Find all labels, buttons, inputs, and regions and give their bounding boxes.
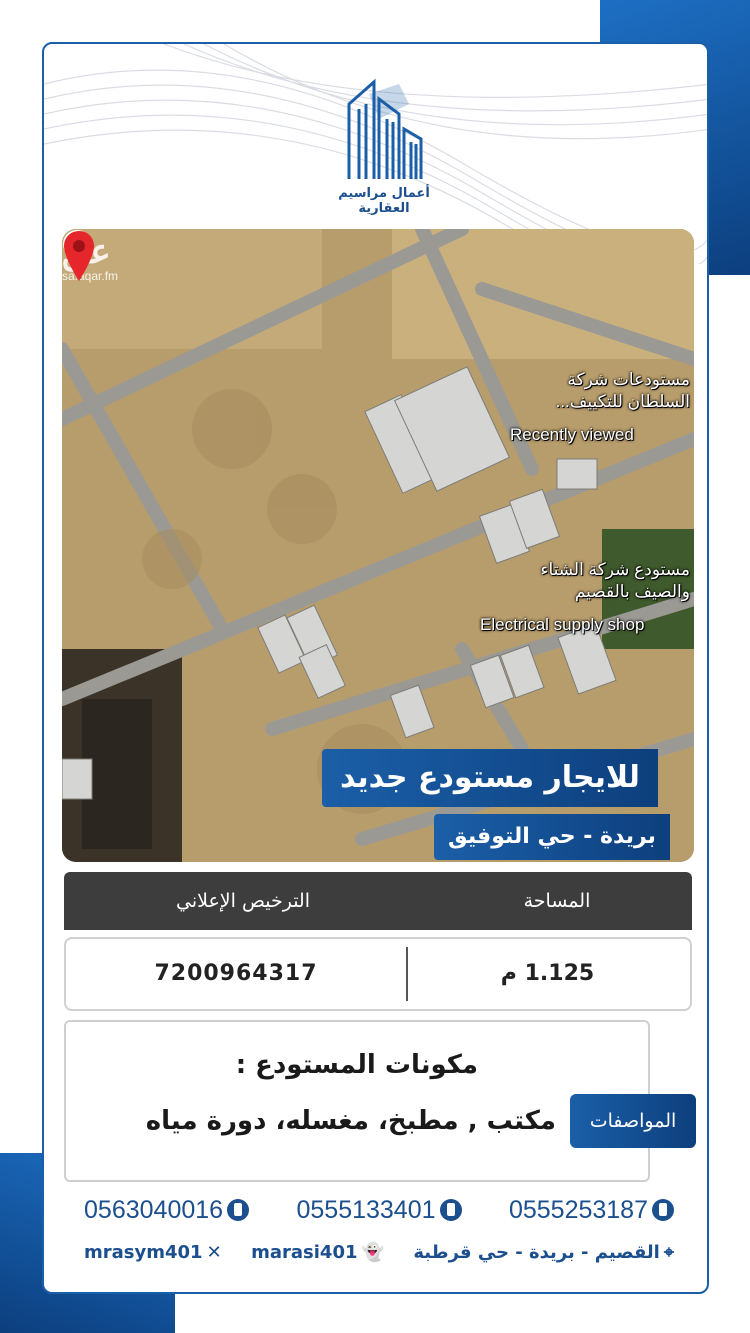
location-pin-icon: ⌖ — [663, 1241, 674, 1263]
phone-number: 0563040016 — [84, 1195, 224, 1224]
specs-box: مكونات المستودع : مكتب , مطبخ، مغسله، دو… — [64, 1020, 650, 1182]
details-table-header: المساحة الترخيص الإعلاني — [64, 872, 692, 930]
area-header: المساحة — [523, 890, 591, 912]
place-2-name[interactable]: مستودع شركة الشتاء والصيف بالقصيم — [482, 559, 690, 603]
contact-footer: ⌖ القصيم - بريدة - حي قرطبة 👻 marasi401 … — [84, 1237, 674, 1267]
red-map-pin-icon[interactable] — [62, 229, 96, 283]
phone-number: 0555253187 — [508, 1195, 648, 1224]
phone-item[interactable]: 0563040016 — [84, 1195, 250, 1225]
phone-icon — [227, 1199, 250, 1221]
listing-title: للايجار مستودع جديد — [322, 749, 658, 807]
address-text: القصيم - بريدة - حي قرطبة — [413, 1241, 660, 1263]
specs-items: مكتب , مطبخ، مغسله، دورة مياه — [145, 1106, 556, 1136]
area-value: 1.125 م — [500, 961, 595, 986]
x-logo-icon: ✕ — [206, 1241, 222, 1263]
place-2-subtitle: Electrical supply shop — [480, 615, 645, 634]
company-logo: أعمال مراسيم العقارية — [324, 74, 444, 216]
snapchat-icon: 👻 — [361, 1241, 384, 1263]
listing-location: بريدة - حي التوفيق — [434, 814, 670, 860]
company-name: أعمال مراسيم العقارية — [338, 186, 430, 216]
table-divider — [406, 947, 408, 1001]
phone-item[interactable]: 0555253187 — [509, 1196, 674, 1225]
phone-number: 0555133401 — [296, 1195, 436, 1224]
phone-item[interactable]: 0555133401 — [296, 1195, 462, 1225]
snapchat-link[interactable]: 👻 marasi401 — [251, 1242, 384, 1263]
x-link[interactable]: ✕ mrasym401 — [84, 1242, 222, 1263]
specs-tab[interactable]: المواصفات — [570, 1094, 696, 1148]
details-table-row: 1.125 م 7200964317 — [64, 937, 692, 1011]
phone-icon — [439, 1199, 462, 1221]
listing-card: أعمال مراسيم العقارية sa.aqar.fm مستودعا… — [42, 42, 709, 1294]
place-1-subtitle: Recently viewed — [510, 425, 634, 444]
x-handle: mrasym401 — [84, 1241, 203, 1263]
license-header: الترخيص الإعلاني — [176, 890, 310, 912]
buildings-logo-icon — [347, 78, 423, 179]
specs-heading: مكونات المستودع : — [235, 1050, 478, 1080]
phone-icon — [652, 1199, 674, 1221]
license-value: 7200964317 — [154, 961, 318, 986]
place-1-name[interactable]: مستودعات شركة السلطان للتكييف... — [510, 369, 690, 413]
phone-list: 0555253187 0555133401 0563040016 — [84, 1192, 674, 1228]
address: ⌖ القصيم - بريدة - حي قرطبة — [413, 1242, 674, 1263]
snapchat-handle: marasi401 — [251, 1241, 358, 1263]
